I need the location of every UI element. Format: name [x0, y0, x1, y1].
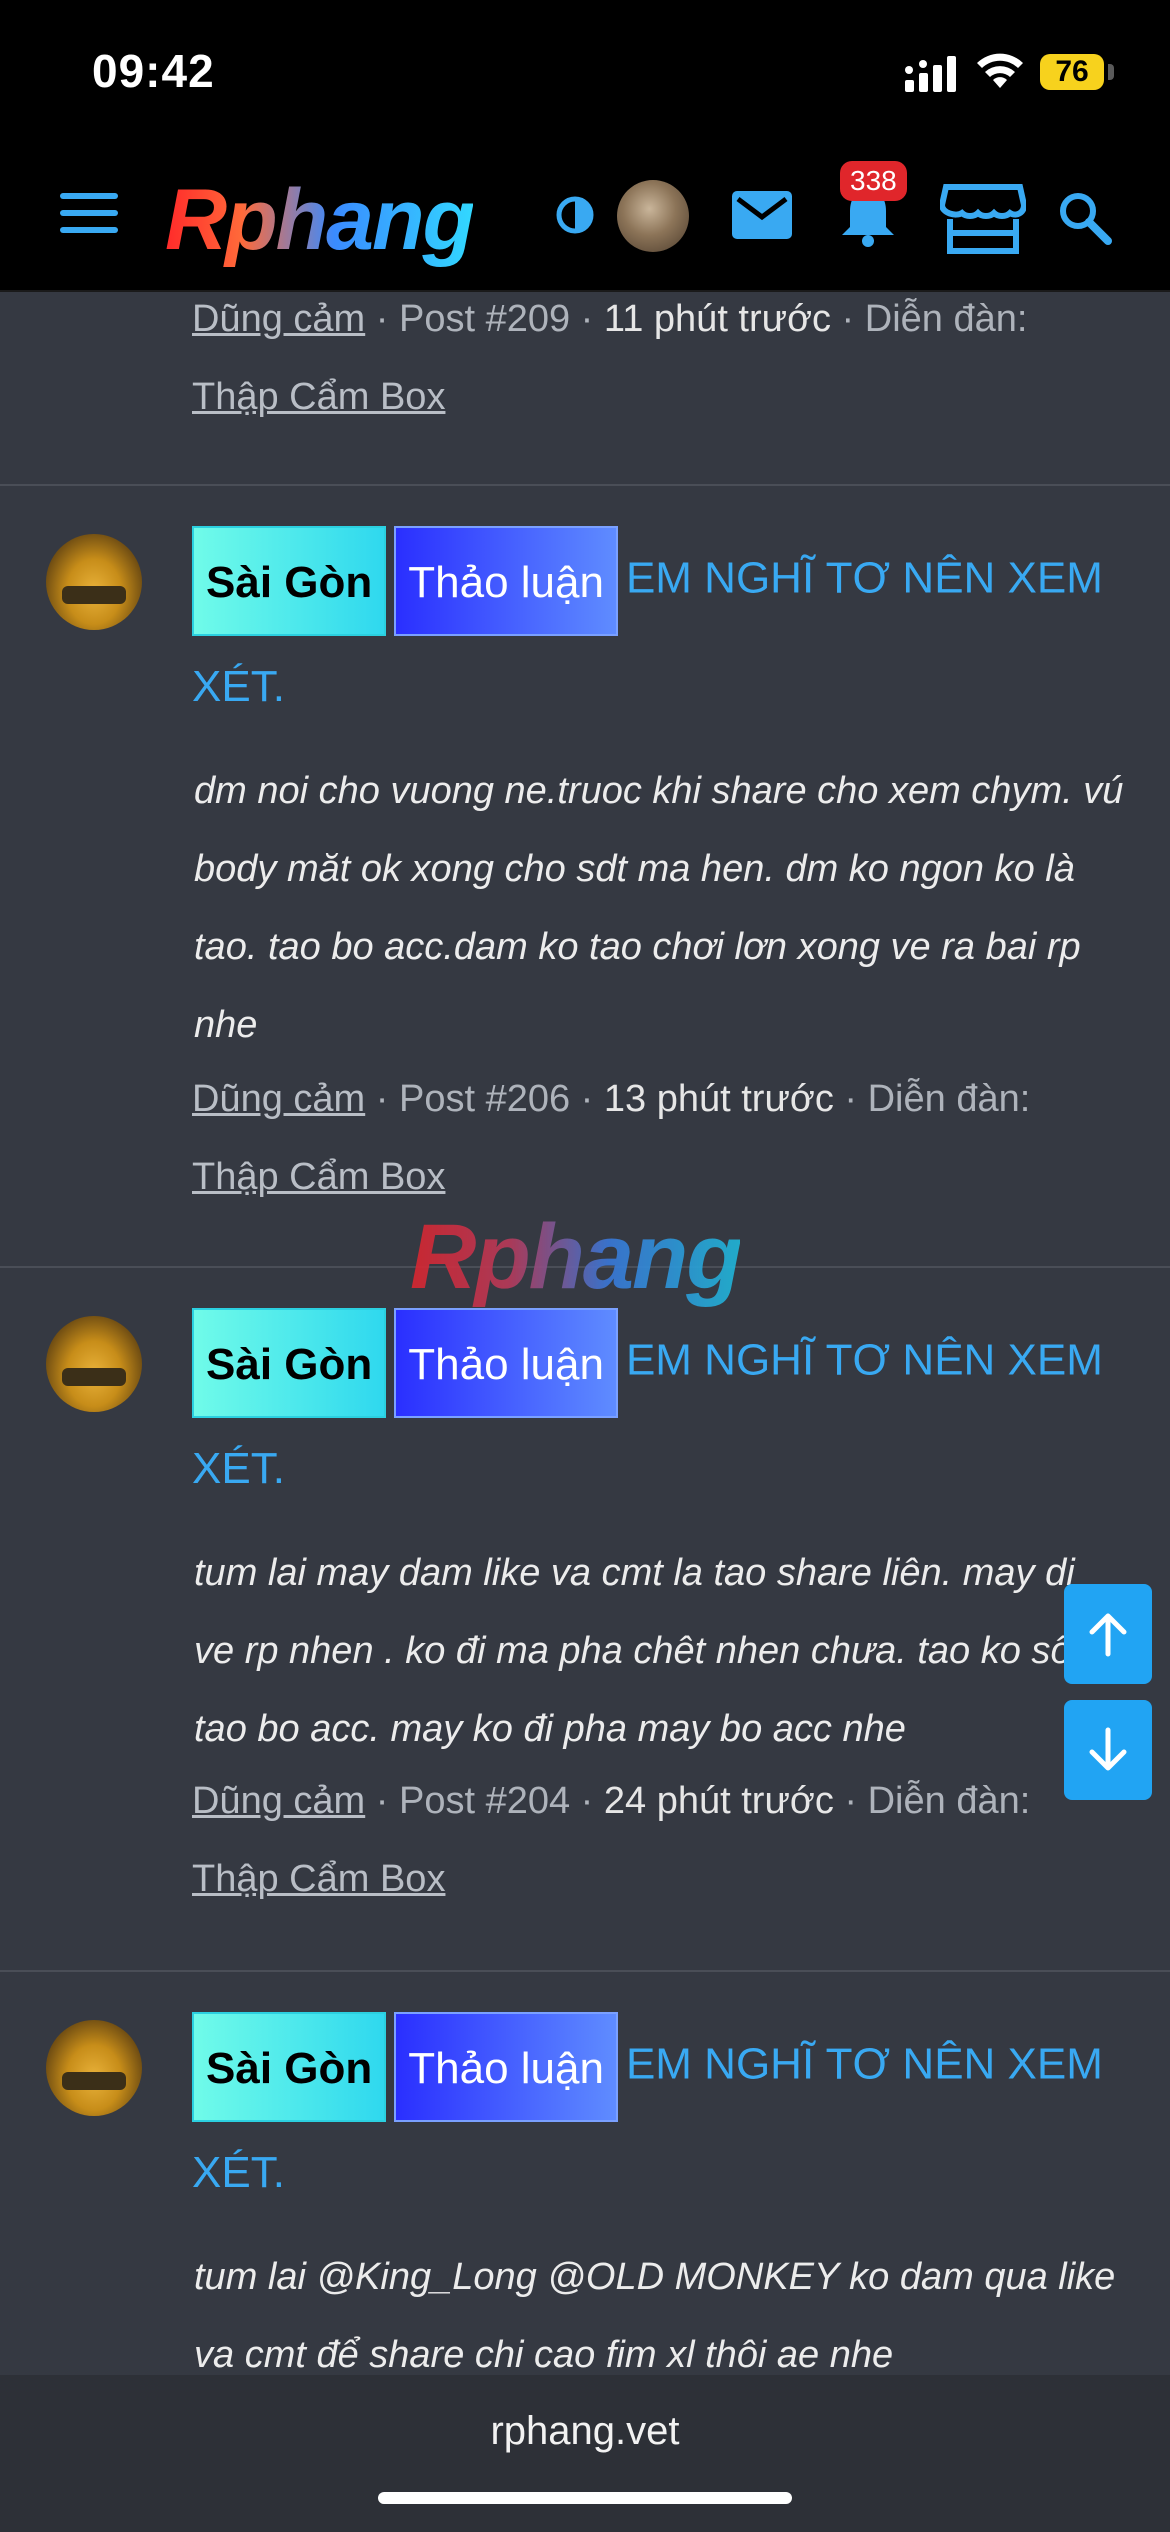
post-time: 24 phút trước — [603, 1780, 834, 1822]
previous-post-meta: Dũng cảm · Post #209 · 11 phút trước · D… — [192, 298, 1028, 418]
poster-avatar[interactable] — [46, 534, 142, 630]
post-number[interactable]: Post #209 — [399, 298, 570, 340]
divider — [0, 1970, 1170, 1972]
cellular-signal-icon — [905, 56, 956, 92]
post-snippet: dm noi cho vuong ne.truoc khi share cho … — [194, 770, 1124, 1046]
forum-label: Diễn đàn: — [867, 1780, 1031, 1822]
prefix-tag-discussion[interactable]: Thảo luận — [394, 2012, 618, 2122]
author-link[interactable]: Dũng cảm — [192, 298, 365, 340]
arrow-up-icon — [1089, 1613, 1127, 1657]
post-number[interactable]: Post #206 — [399, 1078, 570, 1120]
thread-title[interactable]: Sài Gòn Thảo luận EM NGHĨ TƠ NÊN XEM XÉT. — [192, 1308, 1132, 1520]
post-meta: Dũng cảm · Post #204 · 24 phút trước · D… — [192, 1780, 1031, 1900]
poster-avatar[interactable] — [46, 2020, 142, 2116]
theme-toggle-icon[interactable] — [555, 195, 595, 235]
url-text[interactable]: rphang.vet — [0, 2409, 1170, 2454]
battery-indicator: 76 — [1040, 54, 1104, 90]
prefix-tag-discussion[interactable]: Thảo luận — [394, 1308, 618, 1418]
site-watermark: Rphang — [410, 1206, 742, 1308]
post-time: 11 phút trước — [603, 298, 831, 340]
forum-link[interactable]: Thập Cẩm Box — [192, 1858, 445, 1900]
mail-icon[interactable] — [730, 187, 794, 243]
menu-icon[interactable] — [60, 193, 118, 241]
post-number[interactable]: Post #204 — [399, 1780, 570, 1822]
site-header: Rphang 338 — [0, 145, 1170, 292]
search-icon[interactable] — [1056, 189, 1112, 245]
post-snippet: tum lai may dam like va cmt la tao share… — [194, 1552, 1075, 1750]
user-avatar[interactable] — [617, 180, 689, 252]
forum-label: Diễn đàn: — [864, 298, 1028, 340]
arrow-down-icon — [1089, 1727, 1127, 1771]
battery-level: 76 — [1055, 55, 1089, 88]
battery-tip — [1108, 64, 1114, 80]
scroll-to-bottom-button[interactable] — [1064, 1700, 1152, 1800]
site-logo[interactable]: Rphang — [165, 171, 475, 270]
post-snippet: tum lai @King_Long @OLD MONKEY ko dam qu… — [194, 2256, 1116, 2376]
browser-address-bar[interactable]: rphang.vet — [0, 2375, 1170, 2532]
thread-title[interactable]: Sài Gòn Thảo luận EM NGHĨ TƠ NÊN XEM XÉT. — [192, 2012, 1132, 2224]
author-link[interactable]: Dũng cảm — [192, 1078, 365, 1120]
author-link[interactable]: Dũng cảm — [192, 1780, 365, 1822]
forum-link[interactable]: Thập Cẩm Box — [192, 1156, 445, 1198]
thread-title[interactable]: Sài Gòn Thảo luận EM NGHĨ TƠ NÊN XEM XÉT. — [192, 526, 1132, 738]
home-indicator[interactable] — [378, 2492, 792, 2504]
notification-count-badge: 338 — [840, 161, 907, 201]
prefix-tag-saigon[interactable]: Sài Gòn — [192, 1308, 387, 1418]
forum-link[interactable]: Thập Cẩm Box — [192, 376, 445, 418]
store-icon[interactable] — [940, 181, 1026, 255]
divider — [0, 484, 1170, 486]
prefix-tag-saigon[interactable]: Sài Gòn — [192, 2012, 387, 2122]
status-time: 09:42 — [92, 45, 215, 97]
forum-label: Diễn đàn: — [867, 1078, 1031, 1120]
poster-avatar[interactable] — [46, 1316, 142, 1412]
scroll-to-top-button[interactable] — [1064, 1584, 1152, 1684]
prefix-tag-discussion[interactable]: Thảo luận — [394, 526, 618, 636]
wifi-icon — [977, 53, 1023, 88]
post-time: 13 phút trước — [603, 1078, 834, 1120]
prefix-tag-saigon[interactable]: Sài Gòn — [192, 526, 387, 636]
post-meta: Dũng cảm · Post #206 · 13 phút trước · D… — [192, 1078, 1031, 1198]
status-bar: 09:42 76 — [0, 0, 1170, 145]
